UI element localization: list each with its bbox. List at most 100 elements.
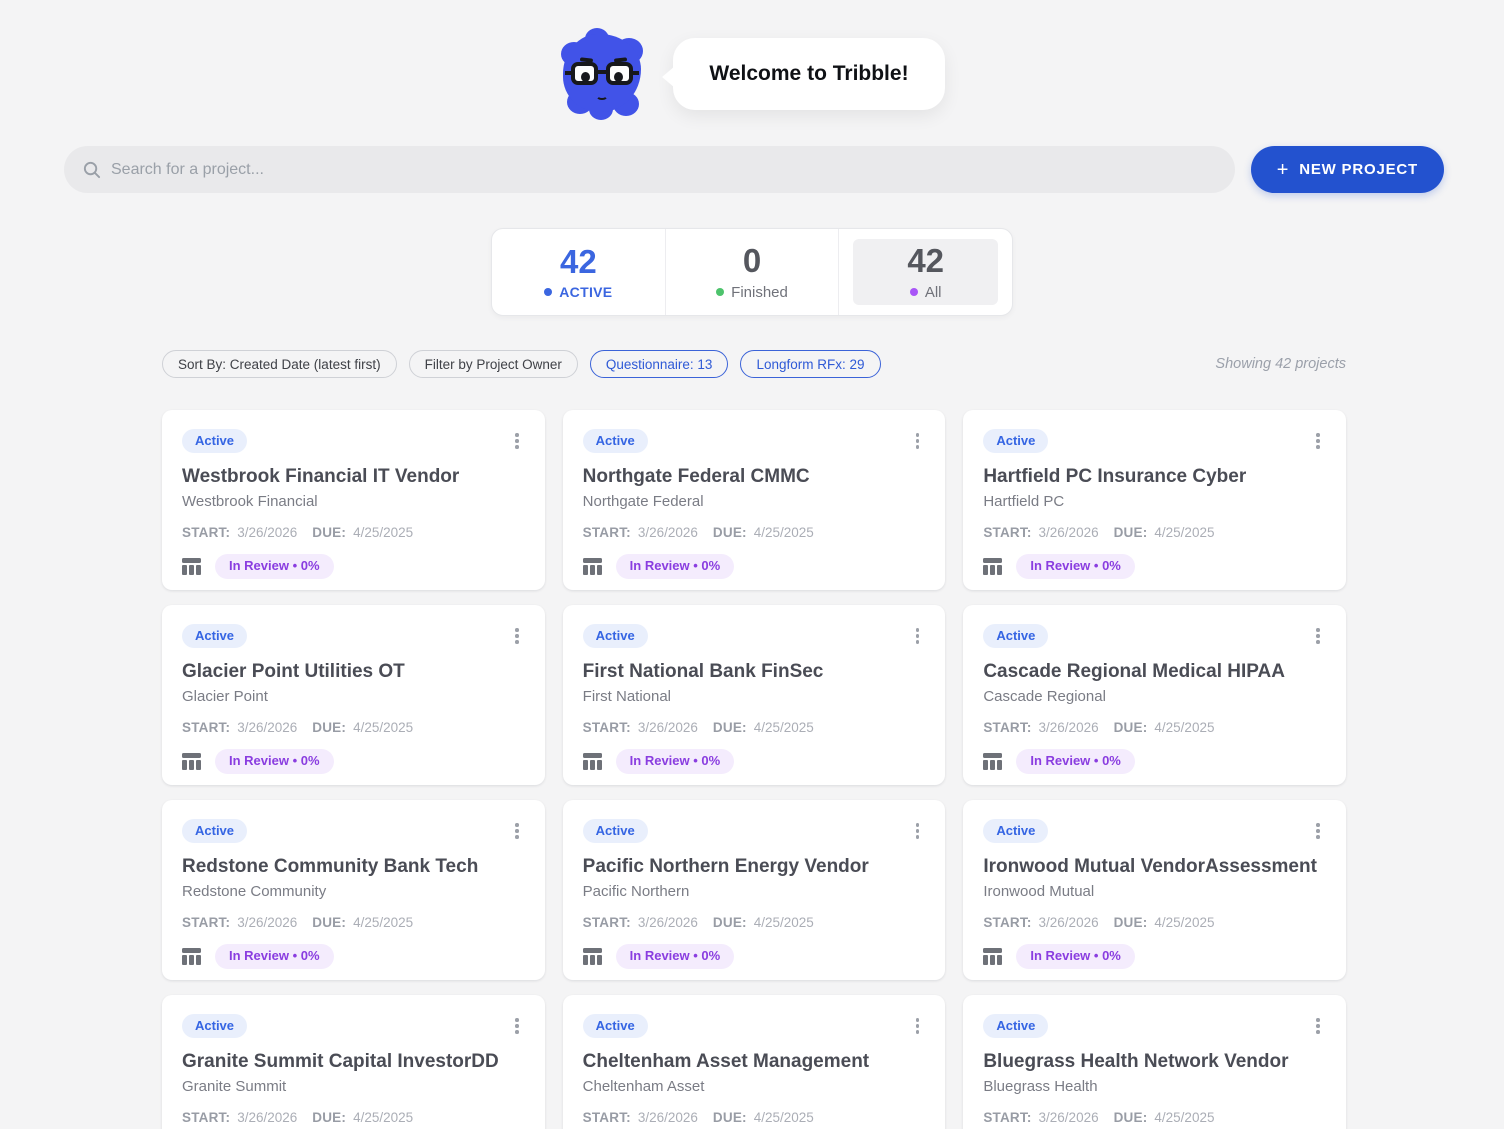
sort-by-chip[interactable]: Sort By: Created Date (latest first) [162, 350, 397, 378]
kebab-dot [1316, 1018, 1320, 1022]
due-date: 4/25/2025 [1154, 525, 1215, 541]
search-bar[interactable] [64, 146, 1235, 193]
finished-label: Finished [731, 283, 788, 301]
start-label: START: [983, 525, 1032, 541]
project-card[interactable]: Active First National Bank FinSec First … [562, 605, 946, 785]
card-menu-button[interactable] [509, 429, 525, 453]
project-subtitle: Cascade Regional [983, 688, 1106, 706]
project-title: Redstone Community Bank Tech [182, 856, 479, 878]
project-card[interactable]: Active Cheltenham Asset Management Chelt… [562, 995, 946, 1129]
project-card[interactable]: Active Cascade Regional Medical HIPAA Ca… [963, 605, 1346, 785]
kebab-dot [515, 823, 519, 827]
project-card[interactable]: Active Ironwood Mutual VendorAssessment … [963, 800, 1346, 980]
card-menu-button[interactable] [509, 624, 525, 648]
finished-dot-icon [716, 288, 725, 297]
project-grid: Active Westbrook Financial IT Vendor Wes… [0, 378, 1504, 1129]
status-badge: Active [182, 624, 248, 649]
mascot-pupil [614, 72, 624, 82]
stat-all[interactable]: 42 All [838, 229, 1012, 315]
start-date: 3/26/2026 [237, 525, 298, 541]
review-progress-badge: In Review • 0% [215, 554, 334, 579]
card-menu-button[interactable] [910, 429, 926, 453]
dashboard-page: Welcome to Tribble! + NEW PROJECT 42 ACT… [0, 0, 1504, 1129]
project-card[interactable]: Active Redstone Community Bank Tech Reds… [162, 800, 545, 980]
welcome-text: Welcome to Tribble! [709, 62, 909, 85]
card-menu-button[interactable] [1310, 819, 1326, 843]
due-label: DUE: [312, 915, 347, 931]
project-subtitle: Pacific Northern [582, 883, 690, 901]
kebab-dot [915, 835, 920, 839]
start-label: START: [182, 720, 231, 736]
card-header: Active [983, 624, 1326, 649]
longform-rfx-chip[interactable]: Longform RFx: 29 [740, 350, 881, 378]
kebab-dot [1316, 1024, 1320, 1028]
review-progress-badge: In Review • 0% [215, 944, 334, 969]
review-progress-badge: In Review • 0% [615, 944, 735, 969]
glasses-temple [632, 71, 640, 75]
card-footer: In Review • 0% [983, 554, 1326, 579]
search-input[interactable] [111, 160, 1217, 179]
card-menu-button[interactable] [1310, 1014, 1326, 1038]
kebab-dot [1316, 823, 1320, 827]
card-menu-button[interactable] [910, 1014, 926, 1038]
due-date: 4/25/2025 [353, 915, 414, 931]
project-card[interactable]: Active Granite Summit Capital InvestorDD… [162, 995, 545, 1129]
all-count: 42 [907, 242, 945, 280]
project-card[interactable]: Active Glacier Point Utilities OT Glacie… [162, 605, 545, 785]
card-footer: In Review • 0% [582, 944, 926, 969]
card-header: Active [182, 429, 525, 454]
card-menu-button[interactable] [509, 1014, 525, 1038]
kebab-dot [915, 445, 920, 449]
start-date: 3/26/2026 [1038, 915, 1099, 931]
stat-finished[interactable]: 0 Finished [664, 229, 839, 315]
project-dates: START: 3/26/2026 DUE: 4/25/2025 [983, 915, 1326, 930]
status-badge: Active [582, 1014, 648, 1039]
due-label: DUE: [712, 525, 747, 541]
project-dates: START: 3/26/2026 DUE: 4/25/2025 [583, 525, 926, 540]
project-dates: START: 3/26/2026 DUE: 4/25/2025 [983, 720, 1326, 735]
card-menu-button[interactable] [1310, 624, 1326, 648]
kebab-dot [1316, 634, 1320, 638]
project-card[interactable]: Active Bluegrass Health Network Vendor B… [963, 995, 1346, 1129]
review-progress-badge: In Review • 0% [1016, 749, 1135, 774]
card-header: Active [182, 819, 525, 844]
mascot-glasses-icon [559, 57, 645, 88]
project-subtitle: Westbrook Financial [182, 493, 318, 511]
due-date: 4/25/2025 [753, 720, 814, 736]
kebab-dot [915, 829, 920, 833]
start-label: START: [983, 915, 1032, 931]
project-card[interactable]: Active Hartfield PC Insurance Cyber Hart… [963, 410, 1346, 590]
project-dates: START: 3/26/2026 DUE: 4/25/2025 [182, 915, 525, 930]
due-label: DUE: [1113, 525, 1148, 541]
questionnaire-chip[interactable]: Questionnaire: 13 [589, 350, 729, 378]
filter-owner-chip[interactable]: Filter by Project Owner [408, 350, 578, 378]
due-label: DUE: [712, 1110, 747, 1126]
project-subtitle: First National [582, 688, 672, 706]
project-title: Ironwood Mutual VendorAssessment [983, 856, 1317, 878]
project-card[interactable]: Active Northgate Federal CMMC Northgate … [562, 410, 946, 590]
kebab-dot [1316, 628, 1320, 632]
stat-active[interactable]: 42 ACTIVE [492, 229, 665, 315]
project-title: First National Bank FinSec [582, 661, 824, 683]
table-icon [582, 557, 602, 575]
due-label: DUE: [312, 1110, 347, 1126]
kebab-dot [1316, 835, 1320, 839]
kebab-dot [915, 1024, 920, 1028]
table-icon [582, 947, 602, 965]
due-date: 4/25/2025 [353, 720, 414, 736]
project-card[interactable]: Active Westbrook Financial IT Vendor Wes… [162, 410, 545, 590]
review-progress-badge: In Review • 0% [215, 749, 334, 774]
kebab-dot [915, 634, 920, 638]
all-dot-icon [909, 288, 918, 297]
project-card[interactable]: Active Pacific Northern Energy Vendor Pa… [562, 800, 946, 980]
card-menu-button[interactable] [1310, 429, 1326, 453]
kebab-dot [515, 829, 519, 833]
project-subtitle: Cheltenham Asset [582, 1078, 705, 1096]
card-menu-button[interactable] [509, 819, 525, 843]
kebab-dot [1316, 829, 1320, 833]
new-project-label: NEW PROJECT [1299, 161, 1418, 178]
card-menu-button[interactable] [910, 624, 926, 648]
card-menu-button[interactable] [910, 819, 926, 843]
tribble-mascot [559, 28, 645, 120]
new-project-button[interactable]: + NEW PROJECT [1250, 146, 1444, 193]
